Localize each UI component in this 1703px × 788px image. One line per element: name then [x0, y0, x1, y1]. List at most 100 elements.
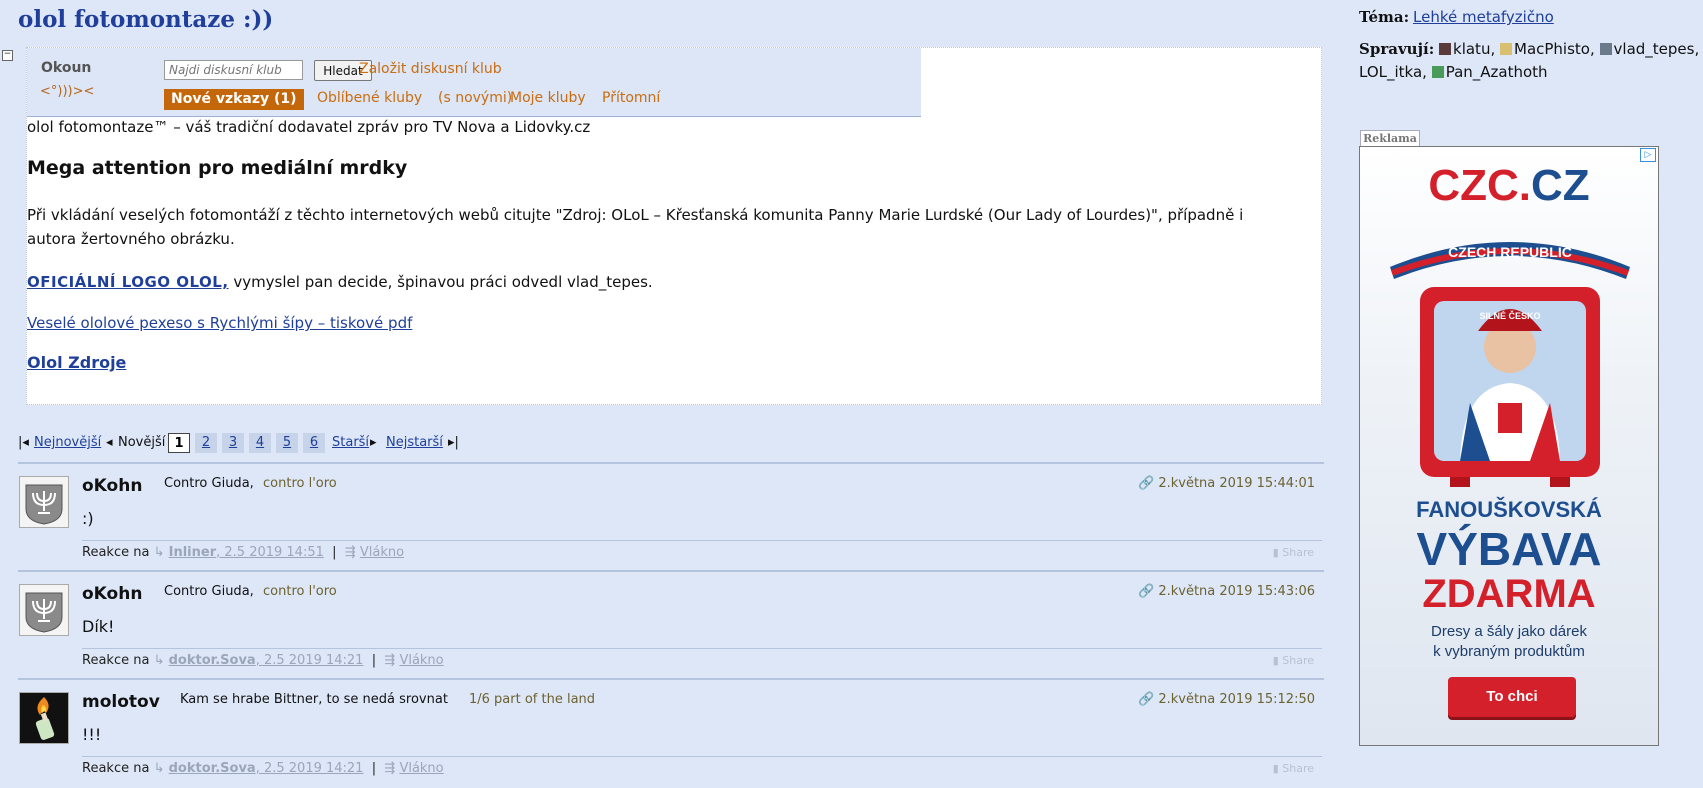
okoun-logo-fish[interactable]: <°)))><: [40, 84, 94, 99]
share-button[interactable]: ▮ Share: [1273, 541, 1314, 565]
reply-date: , 2.5 2019 14:51: [216, 545, 324, 560]
thread-icon: ⇶: [384, 653, 396, 668]
page-5[interactable]: 5: [276, 433, 298, 453]
reply-arrow-icon: ↳: [153, 545, 165, 560]
collapse-header-toggle[interactable]: −: [2, 50, 13, 61]
adchoices-icon[interactable]: ▷: [1640, 148, 1656, 162]
reply-arrow-icon: ↳: [153, 761, 165, 776]
first-page-icon: |◂: [18, 435, 29, 450]
menorah-emblem-icon: [20, 585, 68, 635]
post-date[interactable]: 🔗 2.května 2019 15:43:06: [1138, 584, 1315, 599]
olol-sources-link[interactable]: Olol Zdroje: [27, 353, 126, 372]
post-date-text: 2.května 2019 15:12:50: [1158, 692, 1315, 707]
scarf-text: CZECH REPUBLIC: [1448, 244, 1572, 260]
molotov-cocktail-icon: [20, 693, 68, 743]
admin-lol-itka[interactable]: LOL_itka: [1359, 63, 1422, 81]
post-motto: Contro Giuda,: [164, 584, 254, 599]
topic-label: Téma:: [1359, 8, 1410, 26]
reply-target-link[interactable]: doktor.Sova, 2.5 2019 14:21: [169, 653, 364, 668]
page-1: 1: [168, 433, 190, 453]
club-heading: Mega attention pro mediální mrdky: [27, 157, 408, 179]
admins-label: Spravují:: [1359, 40, 1435, 58]
okoun-logo[interactable]: Okoun: [41, 60, 91, 76]
czc-logo-part2: CZ: [1531, 161, 1590, 210]
post-motto-2: contro l'oro: [263, 584, 337, 599]
post-body: :): [82, 509, 94, 528]
newest-link[interactable]: Nejnovější: [34, 432, 101, 454]
oldest-link[interactable]: Nejstarší: [386, 432, 443, 454]
post-body: Dík!: [82, 617, 115, 636]
thread-link[interactable]: Vlákno: [399, 653, 443, 668]
logo-credits: vymyslel pan decide, špinavou práci odve…: [228, 273, 653, 291]
post-motto-2: contro l'oro: [263, 476, 337, 491]
avatar[interactable]: [19, 476, 69, 528]
share-label: Share: [1282, 762, 1314, 775]
menorah-emblem-icon: [20, 477, 68, 527]
permalink-icon: 🔗: [1138, 692, 1155, 707]
reply-arrow-icon: ↳: [153, 653, 165, 668]
pexeso-pdf-link[interactable]: Veselé ololové pexeso s Rychlými šípy – …: [27, 314, 412, 332]
older-arrow-icon: ▸: [370, 435, 377, 450]
official-logo-link[interactable]: OFICIÁLNÍ LOGO OLOL,: [27, 273, 229, 291]
fan-tv-illustration-icon: CZECH REPUBLIC SILNÉ ČESKO: [1390, 242, 1630, 487]
reply-target-link[interactable]: doktor.Sova, 2.5 2019 14:21: [169, 761, 364, 776]
last-page-icon: ▸|: [448, 435, 459, 450]
avatar[interactable]: [19, 584, 69, 636]
share-button[interactable]: ▮ Share: [1273, 649, 1314, 673]
reply-target-link[interactable]: Inliner, 2.5 2019 14:51: [169, 545, 324, 560]
page-2[interactable]: 2: [195, 433, 217, 453]
present-users-link[interactable]: Přítomní: [602, 90, 660, 106]
admin-pan-azathoth[interactable]: Pan_Azathoth: [1446, 63, 1548, 81]
post-date-text: 2.května 2019 15:43:06: [1158, 584, 1315, 599]
share-button[interactable]: ▮ Share: [1273, 757, 1314, 781]
avatar[interactable]: [19, 692, 69, 744]
page-4[interactable]: 4: [249, 433, 271, 453]
post-reply-line: Reakce na ↳ Inliner, 2.5 2019 14:51 | ⇶ …: [82, 540, 1322, 567]
ad-cta-button[interactable]: To chci: [1448, 677, 1576, 717]
post-date[interactable]: 🔗 2.května 2019 15:44:01: [1138, 476, 1315, 491]
okoun-navbar: Okoun <°)))>< Hledat Založit diskusní kl…: [27, 48, 921, 117]
post-reply-line: Reakce na ↳ doktor.Sova, 2.5 2019 14:21 …: [82, 648, 1322, 675]
newer-arrow-icon: ◂: [106, 435, 113, 450]
new-messages-button[interactable]: Nové vzkazy (1): [164, 89, 304, 110]
admin-klatu[interactable]: klatu: [1453, 40, 1490, 58]
create-club-link[interactable]: Založit diskusní klub: [359, 61, 502, 77]
user-avatar-icon: [1599, 43, 1612, 55]
post-author[interactable]: oKohn: [82, 584, 142, 604]
reply-user: doktor.Sova: [168, 653, 256, 668]
admin-macphisto[interactable]: MacPhisto: [1514, 40, 1590, 58]
facebook-icon: ▮: [1272, 654, 1279, 667]
advertisement[interactable]: ▷ CZC.CZ CZECH REPUBLIC SILNÉ ČESKO FANO…: [1359, 146, 1659, 746]
page-6[interactable]: 6: [303, 433, 325, 453]
post-motto: Contro Giuda,: [164, 476, 254, 491]
ad-subtext: Dresy a šály jako dárek k vybraným produ…: [1360, 622, 1658, 662]
ad-label: Reklama: [1360, 130, 1420, 146]
ad-headline-1: FANOUŠKOVSKÁ: [1416, 497, 1602, 522]
thread-link[interactable]: Vlákno: [360, 545, 404, 560]
permalink-icon: 🔗: [1138, 476, 1155, 491]
reply-prefix: Reakce na: [82, 545, 150, 560]
page-3[interactable]: 3: [222, 433, 244, 453]
topic-link[interactable]: Lehké metafyzično: [1413, 8, 1554, 26]
club-intro: olol fotomontaze™ – váš tradiční dodavat…: [27, 118, 591, 136]
post: oKohn Contro Giuda, contro l'oro 🔗 2.kvě…: [18, 570, 1324, 680]
reply-user: doktor.Sova: [168, 761, 256, 776]
post-date-text: 2.května 2019 15:44:01: [1158, 476, 1315, 491]
my-clubs-link[interactable]: Moje kluby: [510, 90, 586, 106]
ad-headline-2: VÝBAVA: [1416, 523, 1602, 575]
favorite-clubs-new-link[interactable]: (s novými): [438, 90, 512, 106]
user-avatar-icon: [1431, 66, 1444, 78]
club-header-box: Okoun <°)))>< Hledat Založit diskusní kl…: [26, 47, 1322, 405]
post-date[interactable]: 🔗 2.května 2019 15:12:50: [1138, 692, 1315, 707]
club-search-input[interactable]: [164, 60, 303, 80]
newer-label: Novější: [118, 435, 166, 450]
post-author[interactable]: molotov: [82, 692, 160, 712]
share-label: Share: [1282, 654, 1314, 667]
czc-logo: CZC.CZ: [1360, 161, 1658, 211]
favorite-clubs-link[interactable]: Oblíbené kluby: [317, 90, 422, 106]
admin-vlad-tepes[interactable]: vlad_tepes: [1614, 40, 1695, 58]
older-link[interactable]: Starší: [332, 432, 369, 454]
thread-link[interactable]: Vlákno: [399, 761, 443, 776]
ad-headline-3: ZDARMA: [1422, 572, 1596, 616]
post-author[interactable]: oKohn: [82, 476, 142, 496]
